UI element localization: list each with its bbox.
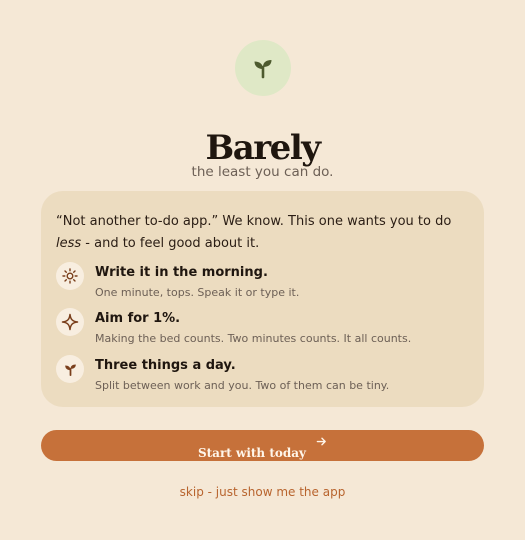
start-with-today-button[interactable]: Start with today: [41, 430, 484, 461]
feature-description: One minute, tops. Speak it or type it.: [95, 286, 300, 299]
feature-description: Making the bed counts. Two minutes count…: [95, 332, 412, 345]
sun-icon: [62, 268, 78, 284]
feature-description: Split between work and you. Two of them …: [95, 379, 390, 392]
app-tagline: the least you can do.: [191, 164, 334, 180]
feature-item-aim: Aim for 1%. Making the bed counts. Two m…: [56, 308, 411, 346]
feature-title: Three things a day.: [95, 358, 236, 373]
sprout-icon: [254, 60, 272, 79]
start-button-label: Start with today: [197, 445, 307, 460]
feature-item-morning: Write it in the morning. One minute, top…: [56, 262, 299, 300]
feature-title: Write it in the morning.: [95, 265, 268, 280]
intro-text: “Not another to-do app.” We know. This o…: [56, 214, 452, 251]
logo-badge: [235, 40, 291, 96]
feature-item-three-things: Three things a day. Split between work a…: [56, 355, 389, 393]
sprout-icon: [64, 364, 76, 376]
app-title: Barely: [205, 128, 321, 168]
skip-link[interactable]: skip - just show me the app: [0, 485, 525, 499]
feature-title: Aim for 1%.: [95, 311, 181, 326]
intro-card: “Not another to-do app.” We know. This o…: [41, 191, 484, 407]
sparkle-icon: [61, 313, 79, 331]
arrow-right-icon: [316, 436, 327, 450]
